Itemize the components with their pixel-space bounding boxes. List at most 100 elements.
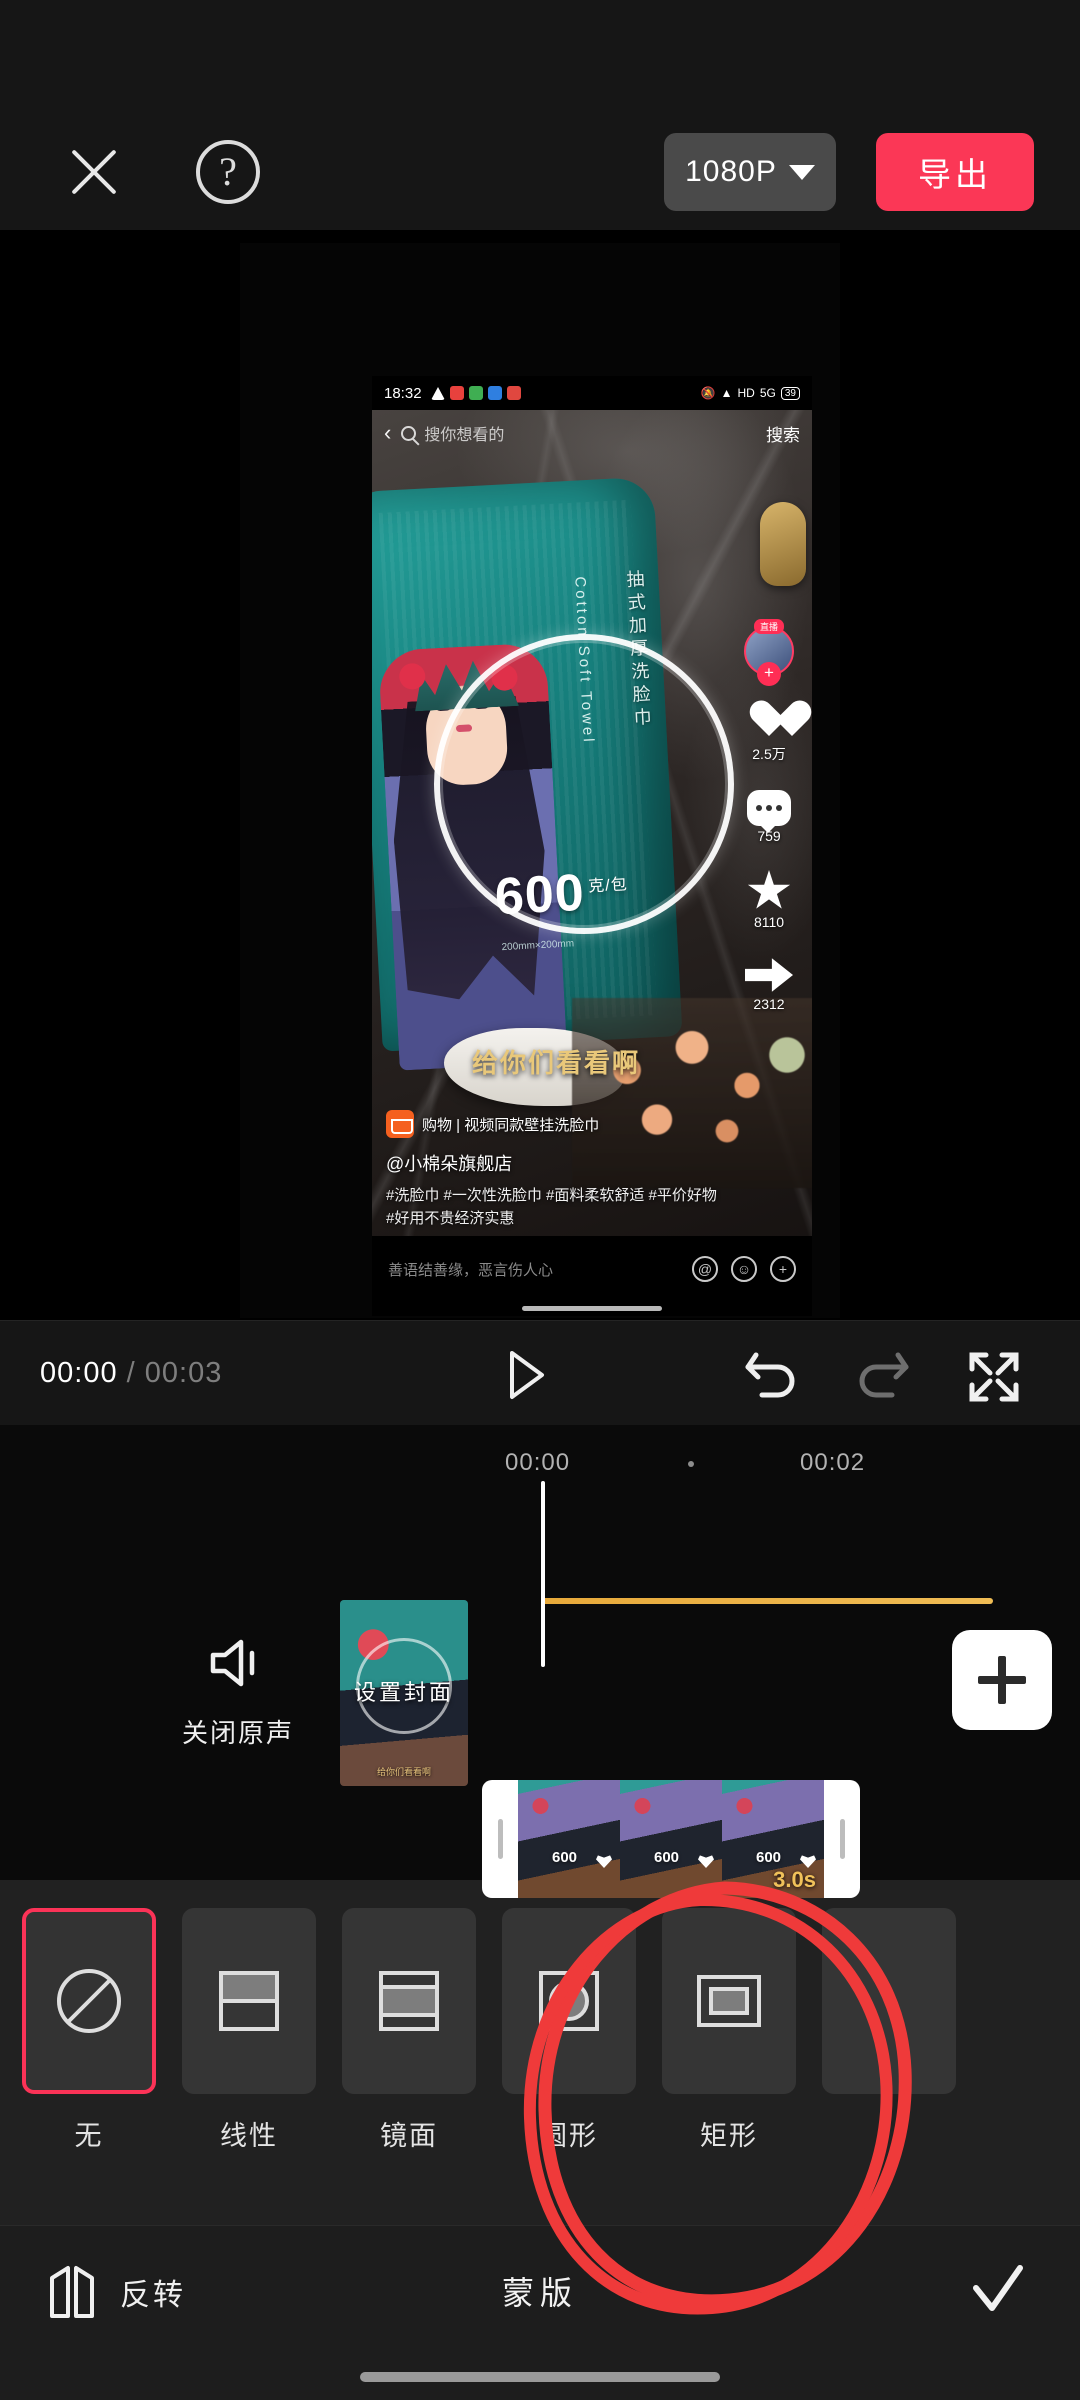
video-title-text: 给你们看看啊 xyxy=(471,1048,640,1078)
mask-option-linear[interactable]: 线性 xyxy=(182,1908,316,2153)
none-icon xyxy=(57,1969,121,2033)
mask-tile-rectangle[interactable] xyxy=(662,1908,796,2094)
mask-tile-circle[interactable] xyxy=(502,1908,636,2094)
time-separator: / xyxy=(126,1357,136,1389)
add-clip-button[interactable] xyxy=(952,1630,1052,1730)
chevron-down-icon xyxy=(788,164,815,180)
rail-like: 2.5万 xyxy=(732,702,806,764)
preview-canvas[interactable]: 抽式加厚洗脸巾 Cotton Soft Towel 600 克/包 200mm×2… xyxy=(240,243,840,1318)
mask-option-next[interactable] xyxy=(822,1908,956,2094)
trim-handle-left[interactable] xyxy=(482,1780,518,1898)
network-badge: 5G xyxy=(759,386,776,400)
heart-icon xyxy=(747,702,791,742)
play-icon[interactable] xyxy=(496,1347,552,1403)
inner-action-rail: 直播 + 2.5万 759 8110 2312 xyxy=(732,619,806,1038)
mask-option-none[interactable]: 无 xyxy=(22,1908,156,2153)
shop-link-text: 购物 | 视频同款壁挂洗脸巾 xyxy=(422,1116,600,1134)
bottom-bar: 反转 蒙版 xyxy=(0,2225,1080,2400)
time-display: 00:00 / 00:03 xyxy=(40,1357,222,1390)
set-cover-button[interactable]: 设置封面 给你们看看啊 xyxy=(340,1600,468,1786)
app-icon xyxy=(449,386,464,400)
cart-icon xyxy=(386,1110,414,1138)
app-icon xyxy=(468,386,483,400)
emoji-icon: ☺ xyxy=(731,1256,757,1282)
mute-original-audio-button[interactable]: 关闭原声 xyxy=(158,1636,318,1750)
timeline-ruler[interactable]: 00:00 00:02 xyxy=(0,1425,1080,1487)
live-badge: 直播 xyxy=(753,619,785,634)
inner-search-button: 搜索 xyxy=(766,425,800,445)
panel-title: 蒙版 xyxy=(501,2275,578,2311)
video-hashtags: #洗脸巾 #一次性洗脸巾 #面料柔软舒适 #平价好物 #好用不贵经济实惠 xyxy=(386,1187,717,1227)
inner-status-time: 18:32 xyxy=(384,384,422,402)
close-icon[interactable] xyxy=(64,142,124,202)
mask-tile-mirror[interactable] xyxy=(342,1908,476,2094)
battery-badge: 39 xyxy=(780,386,800,400)
inner-search-field: 搜你想看的 xyxy=(401,421,756,445)
mask-options-panel: 无 线性 镜面 圆形 矩形 xyxy=(0,1880,1080,2225)
circle-mask-handle[interactable] xyxy=(434,634,734,934)
preview-stage[interactable]: 抽式加厚洗脸巾 Cotton Soft Towel 600 克/包 200mm×2… xyxy=(0,230,1080,1420)
share-count: 2312 xyxy=(753,996,785,1012)
like-count: 2.5万 xyxy=(752,746,786,762)
clip-duration-label: 3.0s xyxy=(773,1867,816,1892)
clip-frame xyxy=(518,1780,620,1898)
audio-track-line[interactable] xyxy=(541,1598,993,1604)
mask-tile-none[interactable] xyxy=(22,1908,156,2094)
circle-icon xyxy=(539,1971,599,2031)
help-icon[interactable]: ? xyxy=(196,140,260,204)
resolution-selector[interactable]: 1080P xyxy=(664,133,836,211)
inner-home-indicator xyxy=(522,1306,662,1311)
share-icon xyxy=(745,958,793,992)
clip-frame xyxy=(620,1780,722,1898)
export-button[interactable]: 导出 xyxy=(876,133,1034,211)
ruler-tick-0: 00:00 xyxy=(505,1449,571,1476)
inner-caption-block: 给你们看看啊 购物 | 视频同款壁挂洗脸巾 @小棉朵旗舰店 #洗脸巾 #一次性洗… xyxy=(386,1043,726,1230)
inner-search-bar: ‹ 搜你想看的 搜索 xyxy=(372,410,812,456)
mirror-icon xyxy=(379,1971,439,2031)
ruler-tick-1: 00:02 xyxy=(800,1449,866,1476)
mask-option-rectangle[interactable]: 矩形 xyxy=(662,1908,796,2153)
mask-tile-linear[interactable] xyxy=(182,1908,316,2094)
rail-avatar: 直播 + xyxy=(732,619,806,686)
rail-share: 2312 xyxy=(732,956,806,1012)
comment-icon xyxy=(747,790,791,833)
wall-hook xyxy=(760,502,806,586)
status-right-cluster: 🔕 ▲ HD 5G 39 xyxy=(701,386,800,400)
search-icon xyxy=(401,425,417,441)
avatar: 直播 + xyxy=(744,619,794,686)
cover-caption: 给你们看看啊 xyxy=(376,1767,431,1777)
fullscreen-icon[interactable] xyxy=(968,1351,1020,1403)
add-icon: + xyxy=(770,1256,796,1282)
wifi-icon: ▲ xyxy=(720,386,733,400)
mute-label: 关闭原声 xyxy=(181,1718,294,1748)
inner-search-placeholder: 搜你想看的 xyxy=(424,427,505,444)
follow-plus-icon: + xyxy=(757,662,781,686)
mask-label-circle: 圆形 xyxy=(540,2121,598,2151)
playback-bar: 00:00 / 00:03 xyxy=(0,1320,1080,1425)
rail-comment: 759 xyxy=(732,790,806,844)
playhead[interactable] xyxy=(541,1481,545,1667)
trim-handle-right[interactable] xyxy=(824,1780,860,1898)
mask-option-mirror[interactable]: 镜面 xyxy=(342,1908,476,2153)
mask-option-circle[interactable]: 圆形 xyxy=(502,1908,636,2153)
top-bar: ? 1080P 导出 xyxy=(0,0,1080,230)
star-count: 8110 xyxy=(753,914,785,930)
at-icon: @ xyxy=(692,1256,718,1282)
check-icon[interactable] xyxy=(968,2262,1028,2318)
set-cover-label: 设置封面 xyxy=(353,1680,454,1706)
mask-options-row[interactable]: 无 线性 镜面 圆形 矩形 xyxy=(0,1908,1080,2178)
clip-thumbnails[interactable]: 3.0s xyxy=(518,1780,824,1898)
video-content: 抽式加厚洗脸巾 Cotton Soft Towel 600 克/包 200mm×2… xyxy=(372,376,812,1316)
mask-label-none: 无 xyxy=(74,2121,104,2151)
back-icon: ‹ xyxy=(384,420,392,445)
hd-badge: HD xyxy=(737,386,755,400)
video-clip[interactable]: 3.0s xyxy=(482,1780,860,1898)
inner-status-bar: 18:32 🔕 ▲ HD 5G 39 xyxy=(372,376,812,410)
redo-icon[interactable] xyxy=(854,1349,912,1401)
undo-icon[interactable] xyxy=(742,1349,800,1401)
ruler-tick-dot xyxy=(688,1461,694,1467)
mask-label-mirror: 镜面 xyxy=(380,2121,438,2151)
rectangle-icon xyxy=(697,1975,761,2027)
shop-link-row: 购物 | 视频同款壁挂洗脸巾 xyxy=(386,1110,726,1138)
mask-tile-next[interactable] xyxy=(822,1908,956,2094)
